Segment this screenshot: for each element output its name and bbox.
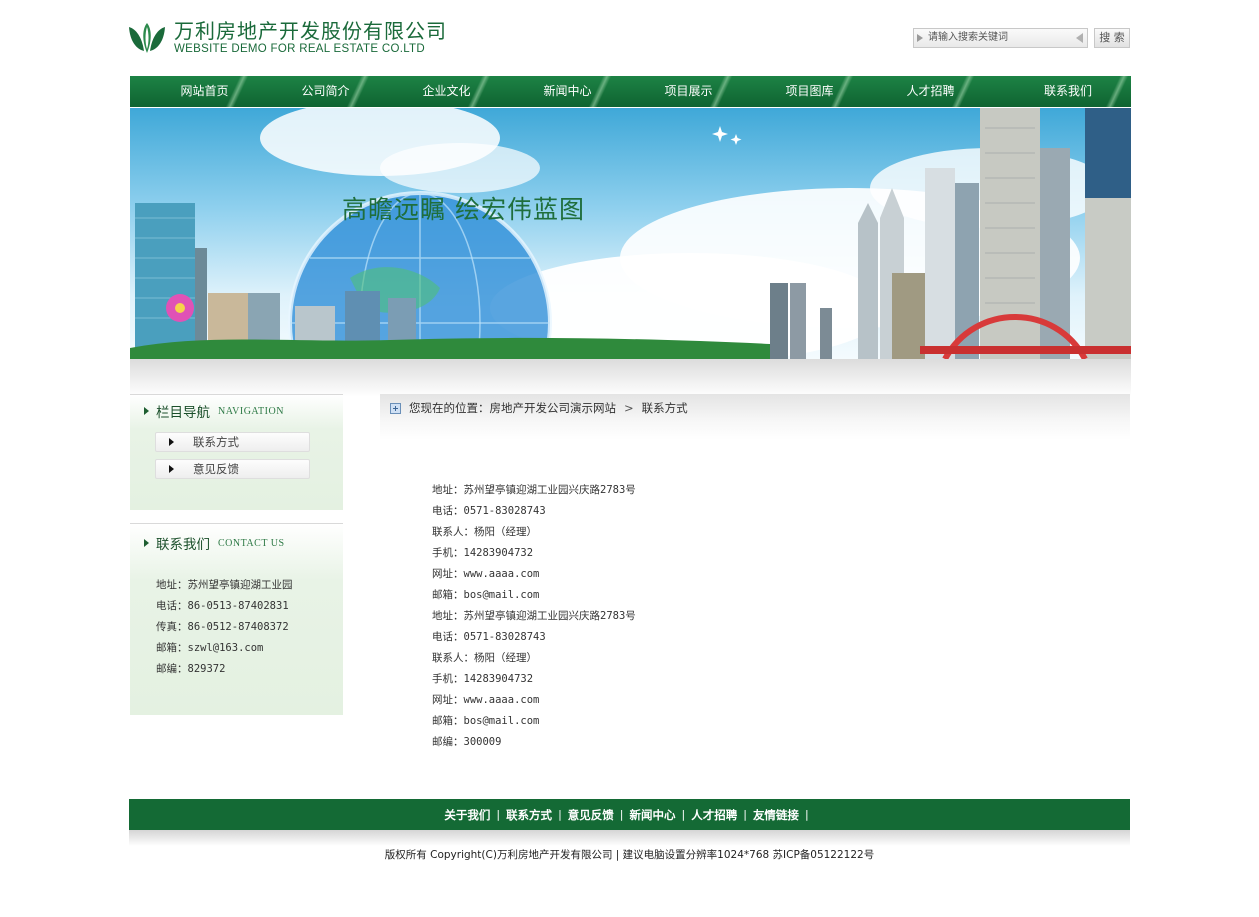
sidebar-contact-subtitle: CONTACT US [218, 537, 285, 549]
search-input[interactable]: 请输入搜索关键词 [913, 28, 1088, 48]
footer-shadow [129, 830, 1130, 846]
footer-link-friends[interactable]: 友情链接 [753, 807, 799, 823]
sidebar-contact-address: 地址：苏州望亭镇迎湖工业园 [156, 579, 293, 591]
sidebar-contact-title: 联系我们 [156, 537, 210, 553]
location-icon [390, 402, 401, 414]
contact-line: 邮箱：bos@mail.com [432, 715, 540, 727]
breadcrumb-home-link[interactable]: 房地产开发公司演示网站 [490, 400, 617, 416]
nav-item-about[interactable]: 公司简介 [251, 76, 372, 107]
search-placeholder: 请输入搜索关键词 [928, 32, 1008, 43]
contact-line: 联系人：杨阳（经理） [432, 652, 537, 664]
sidebar-nav-subtitle: NAVIGATION [218, 405, 284, 417]
contact-line: 联系人：杨阳（经理） [432, 526, 537, 538]
hero-banner: 高瞻远瞩 绘宏伟蓝图 [130, 108, 1131, 359]
nav-item-gallery[interactable]: 项目图库 [735, 76, 856, 107]
company-name-en: WEBSITE DEMO FOR REAL ESTATE CO.LTD [174, 42, 425, 55]
main-nav: 网站首页 公司简介 企业文化 新闻中心 项目展示 项目图库 人才招聘 联系我们 [130, 76, 1131, 107]
sidebar-contact-phone: 电话：86-0513-87402831 [156, 600, 289, 612]
nav-item-contact[interactable]: 联系我们 [977, 76, 1131, 107]
breadcrumb-bar: 您现在的位置： 房地产开发公司演示网站 > 联系方式 [380, 394, 1130, 440]
banner-slogan: 高瞻远瞩 绘宏伟蓝图 [342, 195, 585, 224]
site-logo[interactable]: 万利房地产开发股份有限公司 WEBSITE DEMO FOR REAL ESTA… [126, 18, 447, 58]
nav-item-projects[interactable]: 项目展示 [614, 76, 735, 107]
contact-line: 地址：苏州望亭镇迎湖工业园兴庆路2783号 [432, 484, 636, 496]
contact-line: 地址：苏州望亭镇迎湖工业园兴庆路2783号 [432, 610, 636, 622]
search-arrow-icon [917, 34, 923, 42]
sidebar-nav-title: 栏目导航 [156, 405, 210, 421]
contact-line: 电话：0571-83028743 [432, 505, 546, 517]
contact-line: 手机：14283904732 [432, 673, 534, 685]
footer-link-about[interactable]: 关于我们 [444, 807, 490, 823]
nav-item-news[interactable]: 新闻中心 [493, 76, 614, 107]
leaf-logo-icon [126, 19, 168, 57]
sidebar-nav-box: 栏目导航 NAVIGATION 联系方式 意见反馈 [130, 394, 343, 510]
nav-item-jobs[interactable]: 人才招聘 [856, 76, 977, 107]
footer-separator: | [681, 808, 686, 821]
banner-shadow-divider [130, 359, 1131, 397]
breadcrumb: 您现在的位置： 房地产开发公司演示网站 > 联系方式 [390, 400, 688, 416]
arrow-right-icon [169, 465, 174, 473]
footer-link-feedback[interactable]: 意见反馈 [568, 807, 614, 823]
search-button[interactable]: 搜 索 [1094, 28, 1130, 48]
sidebar-contact-fax: 传真：86-0512-87408372 [156, 621, 289, 633]
sidebar-item-feedback[interactable]: 意见反馈 [155, 459, 310, 479]
sidebar-item-label: 意见反馈 [193, 462, 239, 476]
footer-separator: | [558, 808, 562, 821]
footer-separator: | [619, 808, 624, 821]
search-dropdown-icon [1076, 33, 1083, 43]
footer-nav: 关于我们 | 联系方式 | 意见反馈 | 新闻中心 | 人才招聘 | 友情链接 … [129, 799, 1130, 830]
search-form: 请输入搜索关键词 搜 索 [913, 28, 1130, 48]
contact-line: 网址：www.aaaa.com [432, 568, 540, 580]
footer-link-news[interactable]: 新闻中心 [630, 807, 676, 823]
triangle-bullet-icon [144, 407, 149, 415]
banner-cityscape-image [130, 108, 1131, 359]
contact-line: 手机：14283904732 [432, 547, 534, 559]
copyright-text: 版权所有 Copyright(C)万利房地产开发有限公司 | 建议电脑设置分辨率… [384, 849, 875, 861]
footer-separator: | [804, 808, 809, 821]
sidebar-contact-email: 邮箱：szwl@163.com [156, 642, 264, 654]
contact-line: 邮箱：bos@mail.com [432, 589, 540, 601]
nav-item-home[interactable]: 网站首页 [130, 76, 251, 107]
triangle-bullet-icon [144, 539, 149, 547]
footer-separator: | [743, 808, 747, 821]
company-name: 万利房地产开发股份有限公司 [174, 18, 447, 43]
sidebar-contact-box: 联系我们 CONTACT US 地址：苏州望亭镇迎湖工业园 电话：86-0513… [130, 523, 343, 715]
arrow-right-icon [169, 438, 174, 446]
sidebar-item-contact-info[interactable]: 联系方式 [155, 432, 310, 452]
contact-line: 邮编：300009 [432, 736, 502, 748]
nav-item-culture[interactable]: 企业文化 [372, 76, 493, 107]
breadcrumb-current: 联系方式 [641, 401, 688, 415]
contact-line: 电话：0571-83028743 [432, 631, 546, 643]
footer-link-contact[interactable]: 联系方式 [506, 807, 552, 823]
breadcrumb-separator: > [624, 401, 634, 415]
sidebar-contact-postcode: 邮编：829372 [156, 663, 226, 675]
contact-info-list: 地址：苏州望亭镇迎湖工业园兴庆路2783号 电话：0571-83028743 联… [432, 480, 636, 753]
contact-line: 网址：www.aaaa.com [432, 694, 540, 706]
sidebar-item-label: 联系方式 [193, 435, 239, 449]
footer-link-jobs[interactable]: 人才招聘 [691, 807, 737, 823]
breadcrumb-prefix: 您现在的位置： [409, 401, 490, 415]
footer-separator: | [496, 808, 501, 821]
sidebar-contact-details: 地址：苏州望亭镇迎湖工业园 电话：86-0513-87402831 传真：86-… [130, 562, 343, 680]
